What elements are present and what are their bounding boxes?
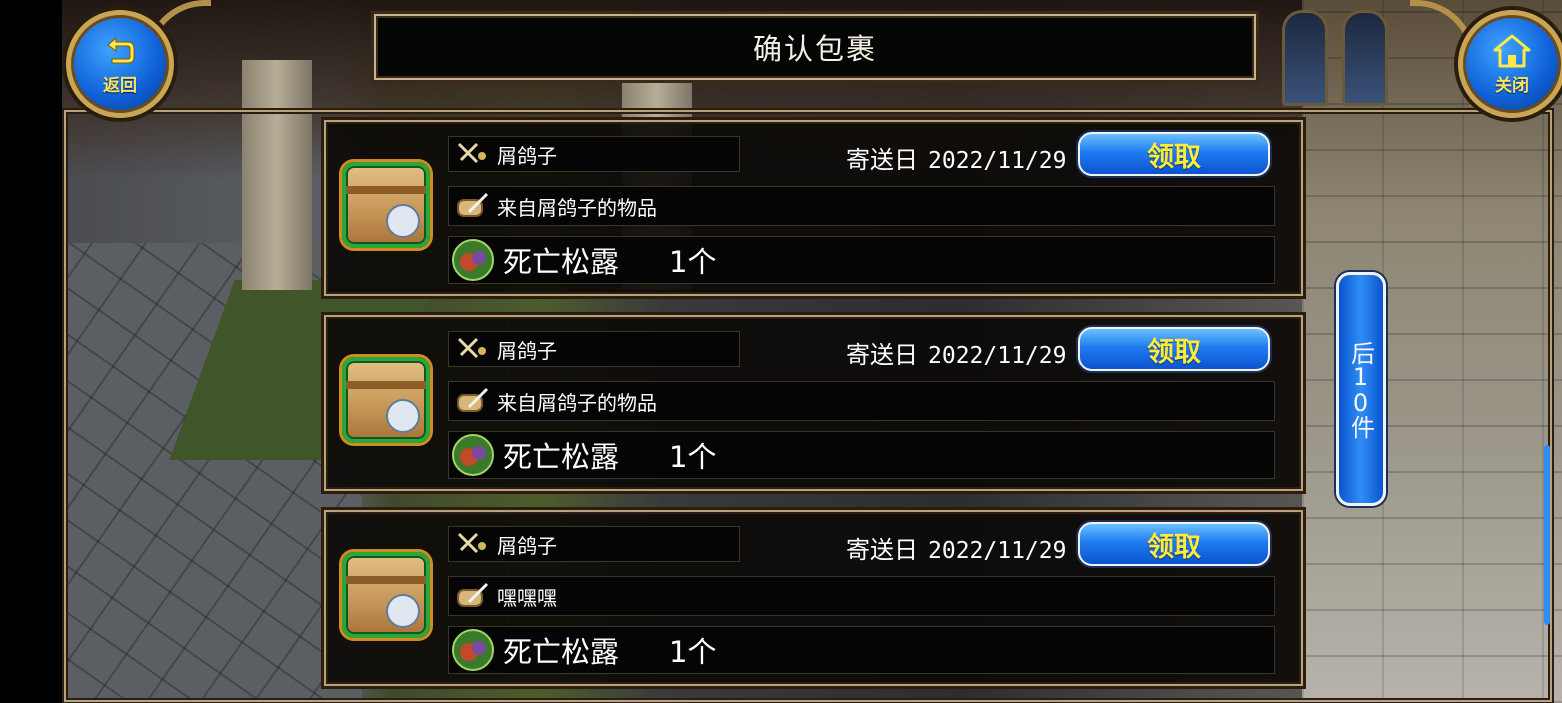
parcel-sticker [386,399,420,433]
item-name: 死亡松露 [503,245,620,279]
subject-row: 嘿嘿嘿 [448,576,1275,616]
sender-name: 屑鸽子 [497,338,557,363]
sender-row: 屑鸽子 [448,136,740,172]
parcel-box-icon [342,357,430,443]
parcel-sticker [386,594,420,628]
send-date: 寄送日 2022/11/29 [846,530,1066,565]
claim-button[interactable]: 领取 [1078,132,1270,176]
next-page-button[interactable]: 后10件 [1336,272,1386,506]
truffle-icon [452,239,494,281]
send-date: 寄送日 2022/11/29 [846,335,1066,370]
mail-card: 屑鸽子 寄送日 2022/11/29 领取 嘿嘿嘿 死亡松露 1个 [324,510,1303,686]
parcel-sticker [386,204,420,238]
parcel-box-icon [342,552,430,638]
send-date-label: 寄送日 [846,146,918,174]
send-date: 寄送日 2022/11/29 [846,140,1066,175]
page-title: 确认包裹 [752,32,877,66]
back-label: 返回 [103,75,137,96]
scrollbar[interactable] [1544,445,1550,625]
sender-name: 屑鸽子 [497,533,557,558]
send-date-value: 2022/11/29 [928,148,1067,174]
send-date-value: 2022/11/29 [928,343,1067,369]
mail-subject: 来自屑鸽子的物品 [497,390,657,415]
crossed-swords-icon [457,337,486,359]
close-label: 关闭 [1495,75,1529,96]
next-page-label: 后10件 [1346,341,1375,437]
send-date-label: 寄送日 [846,536,918,564]
home-icon [1493,34,1531,67]
title-bar: 确认包裹 [374,14,1256,80]
parcel-tape [346,186,426,194]
mail-card: 屑鸽子 寄送日 2022/11/29 领取 来自屑鸽子的物品 死亡松露 1个 [324,315,1303,491]
item-name: 死亡松露 [503,440,620,474]
mail-subject: 来自屑鸽子的物品 [497,195,657,220]
claim-button[interactable]: 领取 [1078,522,1270,566]
back-button[interactable]: 返回 [66,10,174,118]
sender-row: 屑鸽子 [448,331,740,367]
item-quantity: 1个 [669,245,717,279]
scroll-quill-icon [457,582,489,607]
stained-window [1342,10,1388,106]
item-name: 死亡松露 [503,635,620,669]
send-date-label: 寄送日 [846,341,918,369]
parcel-tape [346,576,426,584]
crossed-swords-icon [457,532,486,554]
item-row: 死亡松露 1个 [448,236,1275,284]
mail-subject: 嘿嘿嘿 [497,585,557,610]
back-arrow-icon [107,36,135,63]
truffle-icon [452,434,494,476]
subject-row: 来自屑鸽子的物品 [448,381,1275,421]
item-quantity: 1个 [669,440,717,474]
item-row: 死亡松露 1个 [448,626,1275,674]
left-black-bar [0,0,62,703]
close-button[interactable]: 关闭 [1458,10,1562,118]
sender-name: 屑鸽子 [497,143,557,168]
parcel-tape [346,381,426,389]
stained-window [1282,10,1328,106]
subject-row: 来自屑鸽子的物品 [448,186,1275,226]
sender-row: 屑鸽子 [448,526,740,562]
scroll-quill-icon [457,387,489,412]
truffle-icon [452,629,494,671]
item-row: 死亡松露 1个 [448,431,1275,479]
stone-pillar [242,60,312,290]
mail-card: 屑鸽子 寄送日 2022/11/29 领取 来自屑鸽子的物品 死亡松露 1个 [324,120,1303,296]
parcel-box-icon [342,162,430,248]
claim-button[interactable]: 领取 [1078,327,1270,371]
item-quantity: 1个 [669,635,717,669]
crossed-swords-icon [457,142,486,164]
scroll-quill-icon [457,192,489,217]
send-date-value: 2022/11/29 [928,538,1067,564]
